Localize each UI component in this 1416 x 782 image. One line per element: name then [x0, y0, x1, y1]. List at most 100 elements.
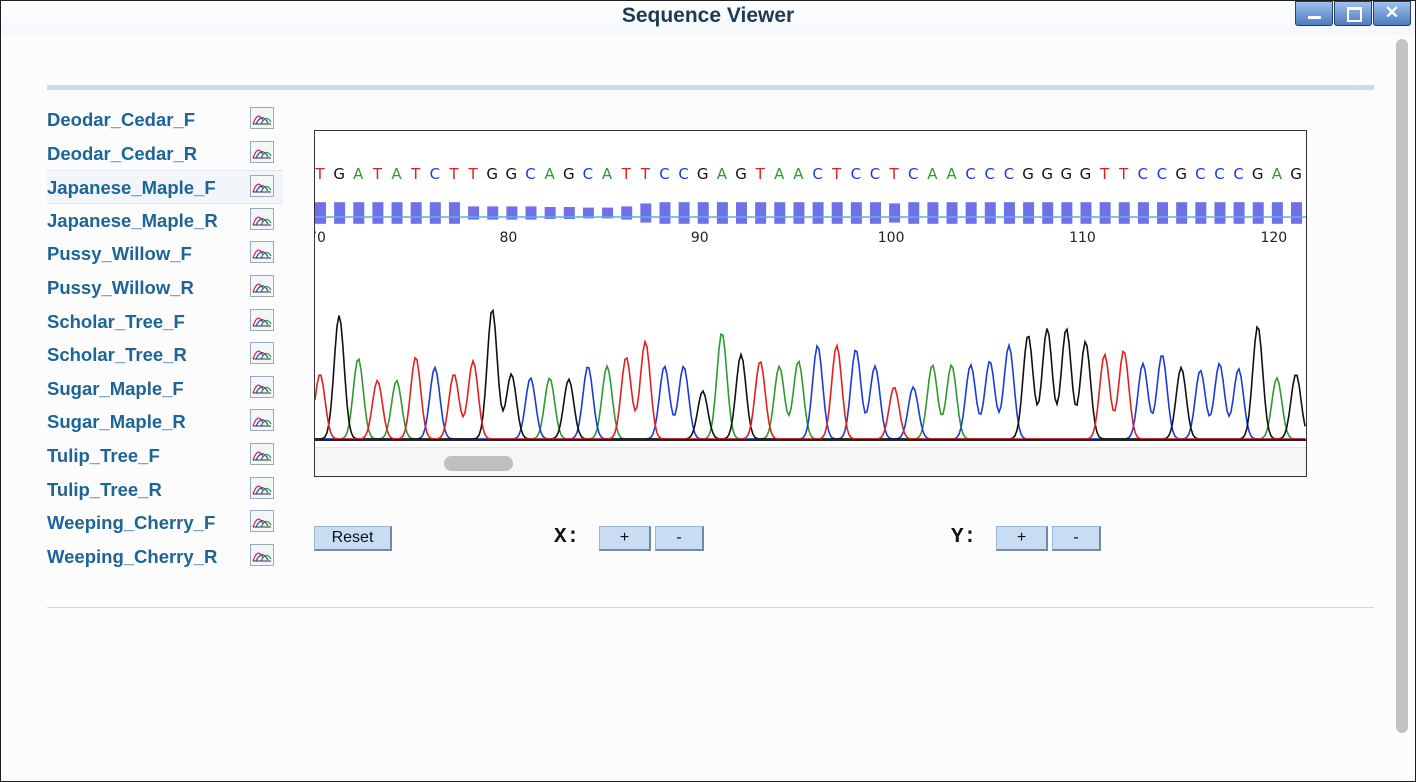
sequence-link[interactable]: Sugar_Maple_F — [47, 378, 184, 400]
base-call: C — [1157, 165, 1167, 183]
sequence-list: Deodar_Cedar_F Deodar_Cedar_R Japanese_Map… — [47, 103, 283, 573]
base-call: T — [755, 165, 766, 183]
sequence-link[interactable]: Pussy_Willow_F — [47, 243, 192, 265]
quality-bar — [1118, 202, 1130, 224]
reset-button[interactable]: Reset — [314, 526, 392, 551]
quality-bar — [429, 202, 441, 224]
y-zoom-out-button[interactable]: - — [1052, 526, 1101, 551]
base-call: T — [831, 165, 842, 183]
minimize-button[interactable] — [1295, 1, 1333, 26]
base-call: A — [353, 165, 364, 183]
chromatogram-icon[interactable] — [250, 510, 274, 533]
chromatogram-icon[interactable] — [250, 342, 274, 365]
quality-bar — [315, 202, 326, 224]
close-button[interactable]: ✕ — [1373, 1, 1411, 26]
chromatogram-icon[interactable] — [250, 543, 274, 566]
sequence-item[interactable]: Deodar_Cedar_R — [47, 137, 283, 171]
chromatogram-icon[interactable] — [250, 375, 274, 398]
sequence-link[interactable]: Japanese_Maple_F — [47, 177, 216, 199]
chromatogram-icon[interactable] — [250, 175, 274, 198]
base-call: G — [1022, 165, 1034, 183]
chromatogram-icon[interactable] — [250, 241, 274, 264]
sequence-link[interactable]: Scholar_Tree_R — [47, 344, 187, 366]
quality-bar — [831, 202, 843, 224]
chromatogram-icon[interactable] — [250, 274, 274, 297]
sequence-item[interactable]: Deodar_Cedar_F — [47, 103, 283, 137]
sequence-item[interactable]: Pussy_Willow_F — [47, 237, 283, 271]
sequence-item[interactable]: Pussy_Willow_R — [47, 271, 283, 305]
quality-bar — [1252, 202, 1264, 224]
base-call: C — [1004, 165, 1014, 183]
sequence-link[interactable]: Scholar_Tree_F — [47, 311, 185, 333]
chromatogram-icon[interactable] — [250, 442, 274, 465]
chromatogram-icon[interactable] — [250, 409, 274, 432]
sequence-link[interactable]: Tulip_Tree_F — [47, 445, 160, 467]
x-zoom-in-button[interactable]: + — [599, 526, 651, 551]
quality-bar — [1233, 202, 1245, 224]
sequence-item[interactable]: Japanese_Maple_F — [47, 170, 283, 204]
y-zoom-label: Y: — [951, 526, 977, 549]
quality-bar — [353, 202, 365, 224]
base-call: G — [1061, 165, 1073, 183]
y-zoom-in-button[interactable]: + — [996, 526, 1048, 551]
horizontal-scrollbar-thumb[interactable] — [444, 456, 513, 471]
quality-bar — [334, 202, 346, 224]
sequence-link[interactable]: Japanese_Maple_R — [47, 210, 218, 232]
quality-bar — [1271, 202, 1283, 224]
sequence-item[interactable]: Scholar_Tree_F — [47, 305, 283, 339]
base-call: G — [1080, 165, 1092, 183]
quality-bar — [946, 202, 958, 224]
base-call: A — [391, 165, 402, 183]
base-call: C — [965, 165, 975, 183]
sequence-link[interactable]: Weeping_Cherry_F — [47, 512, 215, 534]
base-call: T — [640, 165, 651, 183]
chromatogram-icon[interactable] — [250, 107, 274, 129]
quality-bar — [1023, 202, 1035, 224]
quality-bar — [1137, 202, 1149, 224]
base-call: G — [506, 165, 518, 183]
vertical-scrollbar[interactable] — [1388, 35, 1415, 761]
sequence-link[interactable]: Weeping_Cherry_R — [47, 546, 217, 568]
vertical-scrollbar-thumb[interactable] — [1396, 39, 1408, 733]
chromatogram-icon[interactable] — [250, 140, 274, 163]
sequence-link[interactable]: Pussy_Willow_R — [47, 277, 194, 299]
sequence-link[interactable]: Deodar_Cedar_R — [47, 143, 197, 165]
quality-bar — [889, 203, 901, 223]
chromatogram-plot: TGATATCTTGGCAGCATTCCGAGTAACTCCTCAACCCGGG… — [315, 165, 1306, 441]
quality-bar — [659, 202, 671, 224]
base-call: A — [1272, 165, 1283, 183]
chromatogram-icon[interactable] — [250, 308, 274, 331]
sequence-item[interactable]: Sugar_Maple_F — [47, 372, 283, 406]
sequence-item[interactable]: Weeping_Cherry_R — [47, 540, 283, 574]
sequence-link[interactable]: Deodar_Cedar_F — [47, 109, 195, 131]
sequence-link[interactable]: Sugar_Maple_R — [47, 411, 186, 433]
sequence-item[interactable]: Scholar_Tree_R — [47, 338, 283, 372]
window-controls: ✕ — [1295, 1, 1411, 27]
sequence-item[interactable]: Sugar_Maple_R — [47, 405, 283, 439]
x-zoom-out-button[interactable]: - — [655, 526, 704, 551]
base-call: C — [851, 165, 861, 183]
base-call: G — [1252, 165, 1264, 183]
quality-bar — [927, 202, 939, 224]
quality-bar — [640, 203, 652, 223]
position-tick-label: 120 — [1260, 230, 1287, 246]
window-title: Sequence Viewer — [621, 4, 795, 27]
sequence-item[interactable]: Tulip_Tree_F — [47, 439, 283, 473]
chromatogram-icon[interactable] — [250, 207, 274, 230]
base-call: T — [1118, 165, 1129, 183]
quality-bar — [869, 202, 881, 224]
quality-bar — [1003, 202, 1015, 224]
base-call: G — [1041, 165, 1053, 183]
chromatogram-viewer[interactable]: TGATATCTTGGCAGCATTCCGAGTAACTCCTCAACCCGGG… — [314, 130, 1307, 477]
base-call: A — [545, 165, 556, 183]
horizontal-scrollbar[interactable] — [315, 447, 1306, 476]
sequence-item[interactable]: Japanese_Maple_R — [47, 204, 283, 238]
quality-bar — [391, 202, 403, 224]
sequence-item[interactable]: Tulip_Tree_R — [47, 473, 283, 507]
sequence-link[interactable]: Tulip_Tree_R — [47, 479, 162, 501]
chromatogram-icon[interactable] — [250, 476, 274, 499]
x-zoom-label: X: — [554, 526, 580, 549]
sequence-item[interactable]: Weeping_Cherry_F — [47, 506, 283, 540]
maximize-button[interactable] — [1334, 1, 1372, 26]
base-call: T — [315, 165, 325, 183]
